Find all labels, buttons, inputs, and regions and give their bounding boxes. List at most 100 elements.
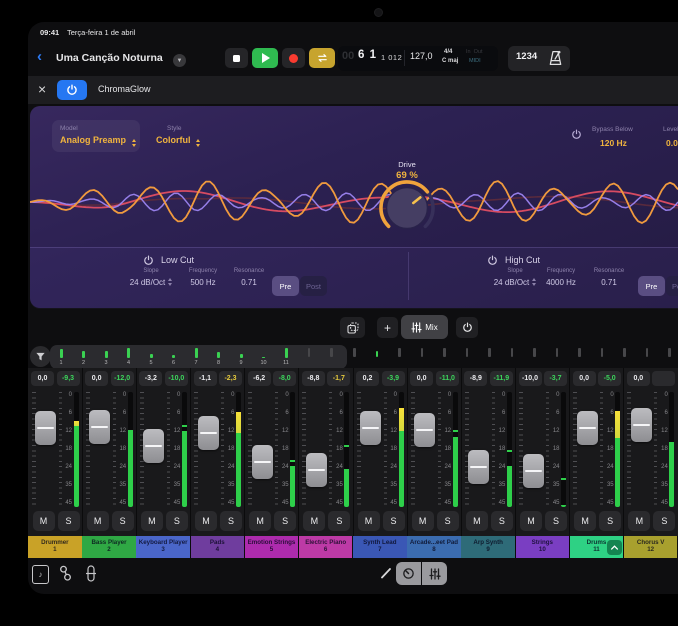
mute-button[interactable]: M — [195, 511, 217, 531]
db-scale-label: 6 — [169, 410, 180, 417]
fader-handle[interactable] — [468, 450, 489, 484]
solo-button[interactable]: S — [220, 511, 242, 531]
track-name: Strings — [516, 539, 570, 546]
fader-handle[interactable] — [631, 408, 652, 442]
fader-handle[interactable] — [523, 454, 544, 488]
track-name-tab[interactable]: Arp Synth9 — [461, 536, 515, 558]
ipad-frame: 09:41 Terça-feira 1 de abril ‹ Uma Cançã… — [0, 0, 678, 626]
strip-divider — [461, 368, 462, 558]
track-name-tab[interactable]: Strings10 — [516, 536, 570, 558]
level-readout[interactable]: -10,0 — [165, 371, 188, 386]
mute-button[interactable]: M — [303, 511, 325, 531]
db-scale-label: 35 — [115, 482, 126, 489]
track-name-tab[interactable]: Electric Piano6 — [299, 536, 353, 558]
mute-button[interactable]: M — [574, 511, 596, 531]
meter-fill-green — [290, 466, 295, 507]
solo-button[interactable]: S — [491, 511, 513, 531]
fader-ruler — [32, 392, 36, 508]
mute-button[interactable]: M — [358, 511, 380, 531]
loop-browser-button[interactable]: ♪ — [32, 565, 49, 584]
volume-readout[interactable]: 0,0 — [573, 371, 596, 386]
track-name-tab[interactable]: Chorus V12 — [624, 536, 678, 558]
db-scale-label: 0 — [278, 392, 289, 399]
level-readout[interactable]: -3,7 — [544, 371, 567, 386]
solo-button[interactable]: S — [166, 511, 188, 531]
fader-view-button[interactable] — [85, 565, 97, 582]
track-name-tab[interactable]: Keyboard Player3 — [136, 536, 190, 558]
level-readout[interactable]: -12,0 — [111, 371, 134, 386]
volume-readout[interactable]: 0,0 — [85, 371, 108, 386]
level-readout[interactable] — [652, 371, 675, 386]
level-readout[interactable]: -2,3 — [219, 371, 242, 386]
solo-button[interactable]: S — [274, 511, 296, 531]
solo-button[interactable]: S — [112, 511, 134, 531]
db-scale-label: 6 — [494, 410, 505, 417]
fader-handle[interactable] — [360, 411, 381, 445]
plugins-chain-button[interactable] — [59, 565, 72, 582]
meter-fill-green — [182, 431, 187, 507]
level-readout[interactable]: -11,9 — [490, 371, 513, 386]
level-readout[interactable]: -5,0 — [598, 371, 621, 386]
volume-readout[interactable]: 0,0 — [31, 371, 54, 386]
volume-readout[interactable]: 0,0 — [410, 371, 433, 386]
mute-button[interactable]: M — [412, 511, 434, 531]
track-name-tab[interactable]: Synth Lead7 — [353, 536, 407, 558]
level-readout[interactable]: -8,0 — [273, 371, 296, 386]
fader-handle[interactable] — [414, 413, 435, 447]
fader-handle[interactable] — [252, 445, 273, 479]
solo-button[interactable]: S — [545, 511, 567, 531]
fader-handle[interactable] — [577, 411, 598, 445]
fader-handle[interactable] — [198, 416, 219, 450]
volume-readout[interactable]: 0,2 — [356, 371, 379, 386]
controls-view-button[interactable] — [396, 562, 421, 585]
track-name-tab[interactable]: Drummer1 — [28, 536, 82, 558]
mute-button[interactable]: M — [141, 511, 163, 531]
meter-fill-yellow — [399, 408, 404, 431]
mute-button[interactable]: M — [33, 511, 55, 531]
mute-button[interactable]: M — [87, 511, 109, 531]
mute-button[interactable]: M — [520, 511, 542, 531]
fader-handle[interactable] — [143, 429, 164, 463]
solo-button[interactable]: S — [437, 511, 459, 531]
track-name-tab[interactable]: Arcade...eet Pad8 — [407, 536, 461, 558]
db-scale-label: 45 — [278, 500, 289, 507]
db-scale-label: 45 — [440, 500, 451, 507]
db-scale-label: 18 — [603, 446, 614, 453]
solo-button[interactable]: S — [599, 511, 621, 531]
level-readout[interactable]: -11,0 — [436, 371, 459, 386]
volume-readout[interactable]: -10,0 — [519, 371, 542, 386]
volume-readout[interactable]: -8,9 — [464, 371, 487, 386]
fader-handle[interactable] — [306, 453, 327, 487]
db-scale-label: 18 — [115, 446, 126, 453]
track-name-tab[interactable]: Bass Player2 — [82, 536, 136, 558]
level-readout[interactable]: -3,9 — [382, 371, 405, 386]
volume-readout[interactable]: 0,0 — [627, 371, 650, 386]
track-name-tab[interactable]: Pads4 — [191, 536, 245, 558]
solo-button[interactable]: S — [328, 511, 350, 531]
volume-readout[interactable]: -6,2 — [248, 371, 271, 386]
solo-button[interactable]: S — [383, 511, 405, 531]
collapse-chevron-button[interactable] — [607, 540, 622, 555]
volume-readout[interactable]: -3,2 — [139, 371, 162, 386]
mute-button[interactable]: M — [628, 511, 650, 531]
solo-button[interactable]: S — [653, 511, 675, 531]
level-readout[interactable]: -9,3 — [57, 371, 80, 386]
mute-button[interactable]: M — [466, 511, 488, 531]
level-readout[interactable]: -1,7 — [327, 371, 350, 386]
mixer-view-button[interactable] — [422, 562, 447, 585]
volume-readout[interactable]: -8,8 — [302, 371, 325, 386]
db-scale-label: 0 — [603, 392, 614, 399]
fader-handle[interactable] — [35, 411, 56, 445]
fader-handle-line — [91, 426, 108, 428]
track-name-tab[interactable]: Drums11 — [570, 536, 624, 558]
db-scale-label: 18 — [386, 446, 397, 453]
volume-readout[interactable]: -1,1 — [194, 371, 217, 386]
solo-button[interactable]: S — [58, 511, 80, 531]
track-name-tab[interactable]: Emotion Strings5 — [245, 536, 299, 558]
meter-fill-yellow — [236, 412, 241, 433]
mute-button[interactable]: M — [249, 511, 271, 531]
track-name: Emotion Strings — [245, 539, 299, 546]
track-name: Bass Player — [82, 539, 136, 546]
fader-handle[interactable] — [89, 410, 110, 444]
pencil-tool-button[interactable] — [379, 566, 393, 580]
